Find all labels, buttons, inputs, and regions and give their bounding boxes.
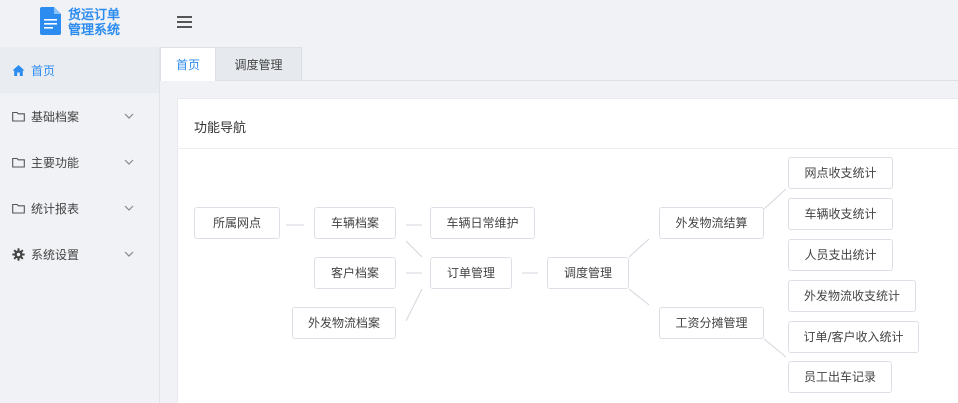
home-icon <box>12 64 25 76</box>
sidebar-item-label: 首页 <box>31 63 56 78</box>
chevron-down-icon <box>124 113 134 119</box>
node-employee-trip-records[interactable]: 员工出车记录 <box>788 361 892 393</box>
app-title-line2: 管理系统 <box>68 23 121 38</box>
node-vehicle-stats[interactable]: 车辆收支统计 <box>788 198 893 230</box>
sidebar-item-label: 基础档案 <box>31 109 80 124</box>
tab-dispatch-management[interactable]: 调度管理 <box>216 47 302 81</box>
sidebar-item-label: 统计报表 <box>31 201 80 216</box>
sidebar-item-label: 系统设置 <box>31 247 80 262</box>
sidebar-item-label: 主要功能 <box>31 155 80 170</box>
node-customer-archive[interactable]: 客户档案 <box>314 257 396 289</box>
folder-icon <box>12 157 25 168</box>
sidebar-item-home[interactable]: 首页 <box>0 47 159 93</box>
node-outbound-settlement[interactable]: 外发物流结算 <box>659 207 764 239</box>
sidebar-item-basic-archive[interactable]: 基础档案 <box>0 93 159 139</box>
sidebar: 首页 基础档案 主要功能 统计报表 系统设置 <box>0 47 160 403</box>
gear-icon <box>12 247 25 261</box>
node-vehicle-maintenance[interactable]: 车辆日常维护 <box>430 207 535 239</box>
node-branch-stats[interactable]: 网点收支统计 <box>788 157 893 189</box>
connector-line <box>763 338 787 358</box>
app-title-line1: 货运订单 <box>68 8 121 23</box>
sidebar-item-reports[interactable]: 统计报表 <box>0 185 159 231</box>
connector-line <box>628 238 650 258</box>
node-dispatch-management[interactable]: 调度管理 <box>547 257 629 289</box>
node-staff-expense-stats[interactable]: 人员支出统计 <box>788 239 893 271</box>
connector-line <box>405 240 423 258</box>
top-bar <box>160 0 958 47</box>
app-title: 货运订单 管理系统 <box>68 8 120 38</box>
node-branch[interactable]: 所属网点 <box>194 207 280 239</box>
connector-line <box>628 288 650 306</box>
node-outbound-archive[interactable]: 外发物流档案 <box>292 307 396 339</box>
function-navigation-card: 功能导航 所属网点 车辆档案 客户档案 外发物流档案 车辆日常维护 订单管理 调… <box>177 98 958 403</box>
node-order-customer-income-stats[interactable]: 订单/客户收入统计 <box>788 321 919 353</box>
menu-toggle-icon[interactable] <box>177 16 192 29</box>
folder-icon <box>12 111 25 122</box>
connector-line <box>405 288 423 322</box>
folder-icon <box>12 203 25 214</box>
node-salary-allocation[interactable]: 工资分摊管理 <box>659 307 764 339</box>
document-icon <box>40 7 61 35</box>
chevron-down-icon <box>124 205 134 211</box>
chevron-down-icon <box>124 251 134 257</box>
sidebar-item-system-settings[interactable]: 系统设置 <box>0 231 159 277</box>
node-outbound-stats[interactable]: 外发物流收支统计 <box>788 280 916 312</box>
sidebar-item-main-functions[interactable]: 主要功能 <box>0 139 159 185</box>
tab-bar: 首页 调度管理 <box>160 47 958 81</box>
chevron-down-icon <box>124 159 134 165</box>
node-vehicle-archive[interactable]: 车辆档案 <box>314 207 396 239</box>
app-logo: 货运订单 管理系统 <box>0 0 160 47</box>
connector-line <box>763 188 787 210</box>
node-order-management[interactable]: 订单管理 <box>430 257 512 289</box>
tab-home[interactable]: 首页 <box>160 47 216 81</box>
